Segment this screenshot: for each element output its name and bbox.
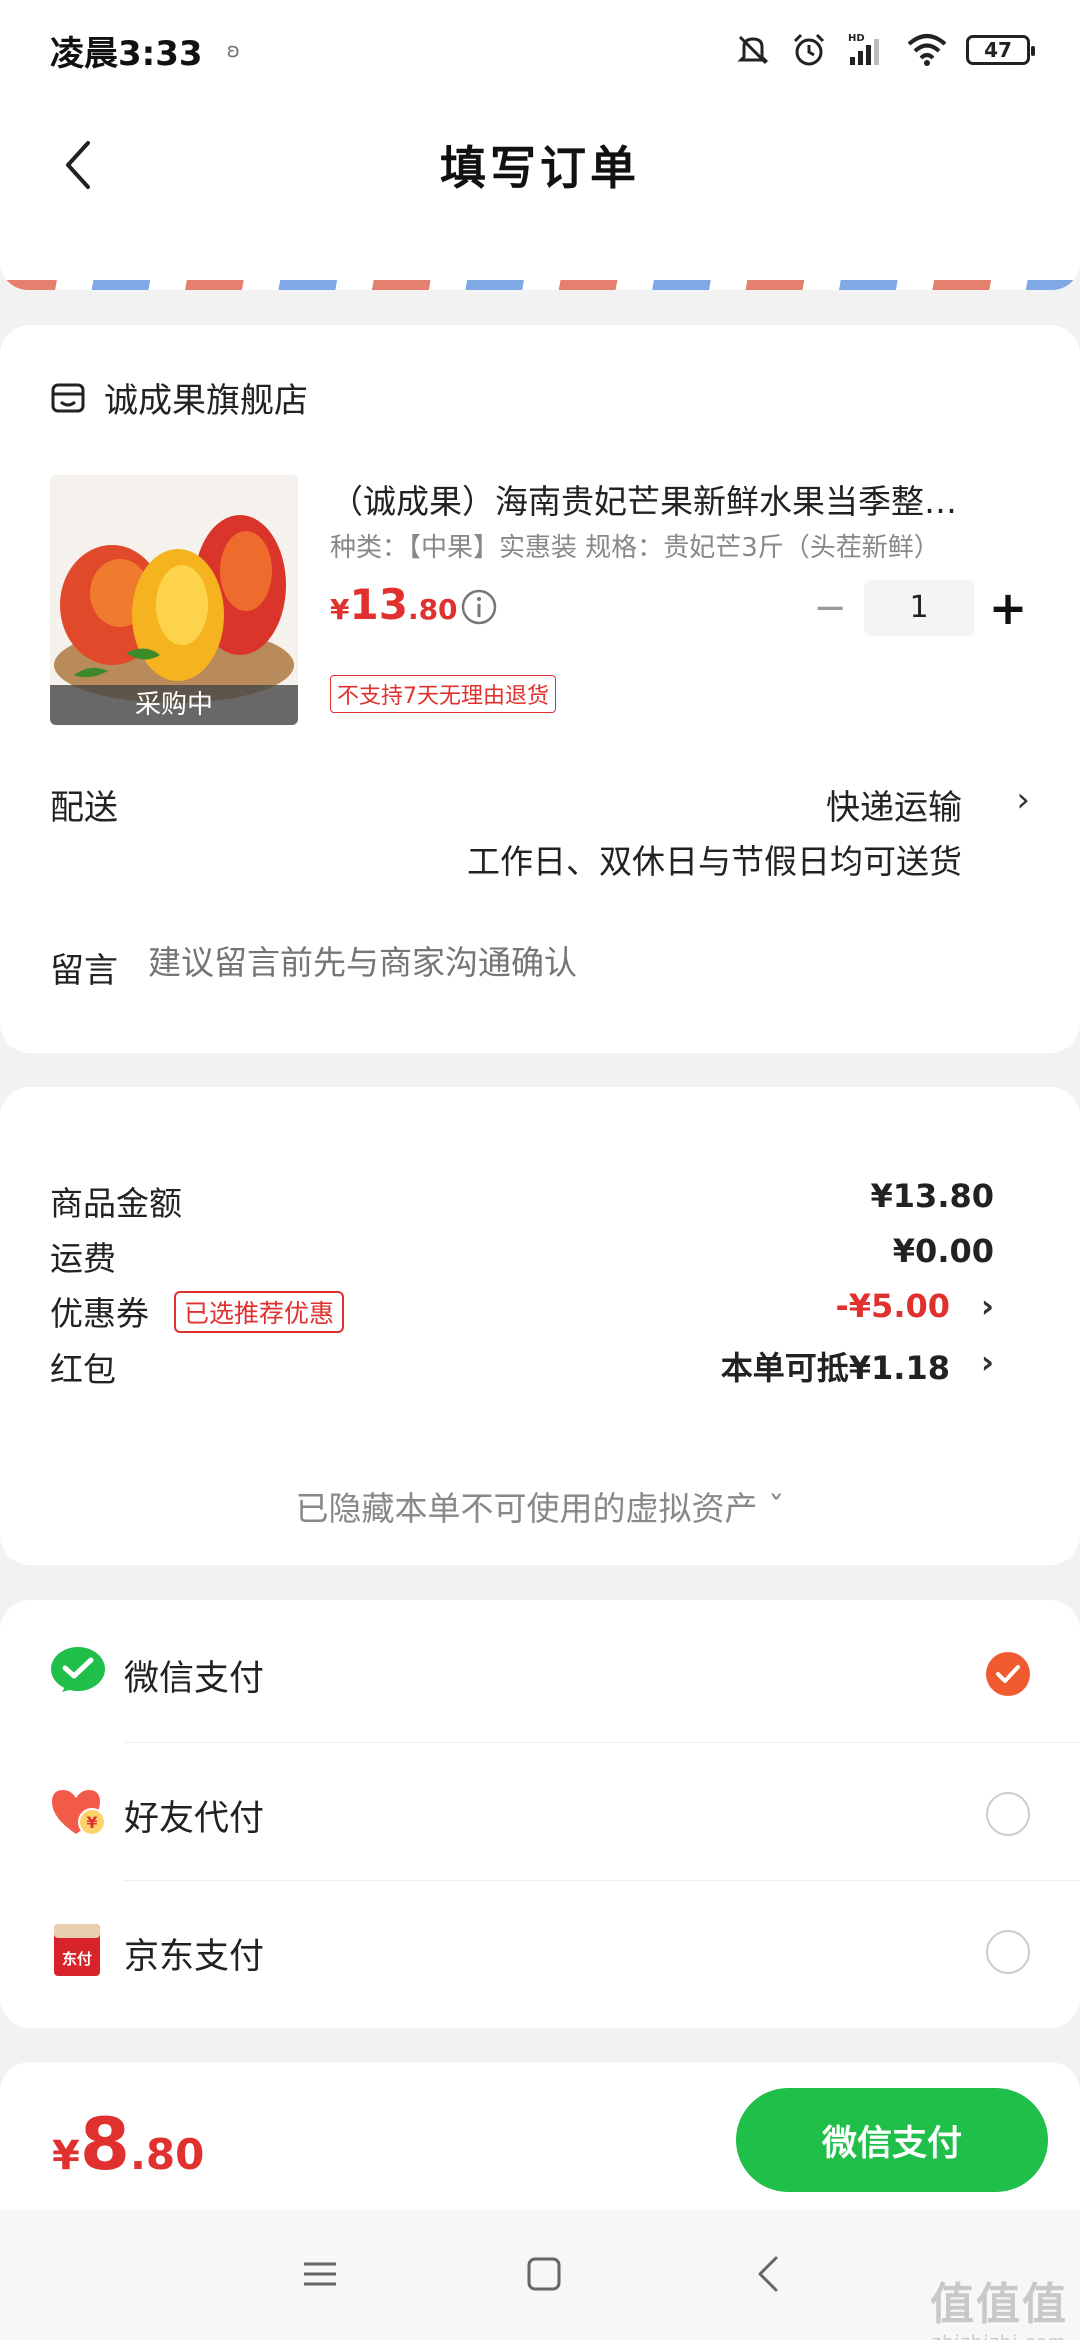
- envelope-stripe: [0, 280, 1080, 290]
- battery-level: 47: [984, 38, 1012, 62]
- payment-radio[interactable]: [986, 1792, 1030, 1836]
- total-decimal: .80: [129, 2130, 205, 2179]
- system-nav-bar: [0, 2210, 1080, 2340]
- shipping-value: ¥0.00: [892, 1232, 994, 1270]
- status-icons: HD 47: [734, 31, 1035, 69]
- red-packet-chevron-icon[interactable]: ›: [981, 1343, 994, 1381]
- payment-label: 京东支付: [124, 1937, 265, 1977]
- remark-label: 留言: [50, 951, 118, 991]
- nav-bar: 填写订单: [0, 100, 1080, 230]
- price-decimal: .80: [407, 593, 458, 626]
- watermark-url: zhizhizhi.com: [930, 2332, 1068, 2340]
- menu-icon[interactable]: [296, 2250, 344, 2298]
- decrease-button[interactable]: −: [808, 586, 852, 630]
- price-currency: ¥: [330, 593, 350, 626]
- goods-amount-row: 商品金额 ¥13.80: [50, 1177, 1030, 1227]
- friend-pay-icon: ¥: [52, 1790, 106, 1836]
- price-integer: 13: [349, 580, 408, 629]
- return-policy-badge: 不支持7天无理由退货: [330, 675, 556, 713]
- back-nav-icon[interactable]: [746, 2250, 794, 2298]
- amount-summary-card: 商品金额 ¥13.80 运费 ¥0.00 优惠券 已选推荐优惠 -¥5.00 ›…: [0, 1087, 1080, 1565]
- check-icon: [996, 1665, 1020, 1683]
- jd-pay-icon: 东付: [54, 1924, 100, 1976]
- svg-text:HD: HD: [848, 33, 865, 44]
- coupon-chevron-icon[interactable]: ›: [981, 1287, 994, 1325]
- total-price: ¥ 8 .80: [52, 2102, 204, 2186]
- red-packet-row[interactable]: 红包 本单可抵¥1.18 ›: [50, 1343, 1030, 1393]
- payment-methods-card: 微信支付 ¥ 好友代付 东付 京东支付: [0, 1600, 1080, 2028]
- address-card[interactable]: [0, 230, 1080, 290]
- watermark: 值值值 zhizhizhi.com: [930, 2268, 1068, 2340]
- product-price: ¥ 13 .80: [330, 580, 458, 629]
- watermark-logo: 值值值: [930, 2279, 1068, 2330]
- store-icon: [51, 383, 85, 412]
- payment-label: 微信支付: [124, 1659, 265, 1699]
- coupon-recommended-badge: 已选推荐优惠: [174, 1291, 345, 1333]
- back-button[interactable]: [48, 130, 108, 200]
- product-spec: 种类：【中果】实惠装 规格：贵妃芒3斤（头茬新鲜）: [330, 533, 940, 563]
- payment-option-wechat[interactable]: 微信支付: [0, 1600, 1080, 1738]
- delivery-schedule: 工作日、双休日与节假日均可送货: [467, 842, 962, 881]
- product-title[interactable]: （诚成果）海南贵妃芒果新鲜水果当季整…: [330, 475, 1010, 523]
- red-packet-value: 本单可抵¥1.18: [720, 1349, 950, 1387]
- coupon-value: -¥5.00: [835, 1287, 951, 1325]
- alarm-icon: [793, 33, 825, 66]
- delivery-method[interactable]: 快递运输: [826, 780, 962, 829]
- info-icon[interactable]: [460, 588, 498, 626]
- jd-icon-text: 东付: [62, 1950, 92, 1968]
- store-name: 诚成果旗舰店: [104, 381, 308, 421]
- quantity-field[interactable]: 1: [864, 580, 974, 636]
- payment-option-jd[interactable]: 东付 京东支付: [0, 1878, 1080, 2016]
- signal-icon: HD: [848, 33, 879, 65]
- store-header[interactable]: 诚成果旗舰店: [50, 373, 308, 422]
- payment-radio[interactable]: [986, 1930, 1030, 1974]
- total-currency: ¥: [52, 2133, 80, 2179]
- goods-amount-label: 商品金额: [50, 1184, 182, 1223]
- wechat-pay-icon: [51, 1647, 105, 1692]
- remark-input[interactable]: [148, 943, 1008, 982]
- status-bar: 凌晨3:33 ʚ HD 47: [0, 0, 1080, 100]
- status-extra: ʚ: [226, 38, 240, 62]
- wifi-icon: [907, 34, 947, 66]
- status-time: 凌晨3:33: [50, 33, 203, 74]
- battery-icon: 47: [966, 35, 1035, 65]
- delivery-chevron-icon[interactable]: ›: [1016, 780, 1030, 820]
- increase-button[interactable]: +: [986, 585, 1030, 631]
- payment-label: 好友代付: [124, 1799, 265, 1839]
- wechat-pay-button[interactable]: 微信支付: [736, 2088, 1048, 2192]
- total-integer: 8: [79, 2102, 130, 2186]
- quantity-stepper: − 1 +: [808, 580, 1030, 636]
- shipping-label: 运费: [50, 1239, 116, 1278]
- page-title: 填写订单: [440, 141, 640, 195]
- goods-amount-value: ¥13.80: [870, 1177, 994, 1215]
- payment-radio-checked[interactable]: [986, 1652, 1030, 1696]
- shipping-row: 运费 ¥0.00: [50, 1232, 1030, 1282]
- checkout-bar: ¥ 8 .80 微信支付: [0, 2062, 1080, 2210]
- coupon-row[interactable]: 优惠券 已选推荐优惠 -¥5.00 ›: [50, 1287, 1030, 1337]
- payment-option-friend[interactable]: ¥ 好友代付: [0, 1740, 1080, 1878]
- delivery-label: 配送: [50, 788, 118, 828]
- home-icon[interactable]: [520, 2250, 568, 2298]
- store-order-card: 诚成果旗舰店 采购中 （诚成果）海南贵妃芒果新鲜水果当季整… 种类：【中果】实惠…: [0, 325, 1080, 1053]
- purchasing-tag: 采购中: [50, 685, 298, 725]
- product-image[interactable]: 采购中: [50, 475, 298, 725]
- coupon-label: 优惠券: [50, 1294, 149, 1333]
- red-packet-label: 红包: [50, 1350, 116, 1389]
- hidden-assets-toggle[interactable]: 已隐藏本单不可使用的虚拟资产 ˇ: [0, 1482, 1080, 1530]
- back-arrow-icon: [66, 141, 90, 189]
- svg-text:¥: ¥: [86, 1813, 97, 1832]
- mute-icon: [737, 35, 769, 65]
